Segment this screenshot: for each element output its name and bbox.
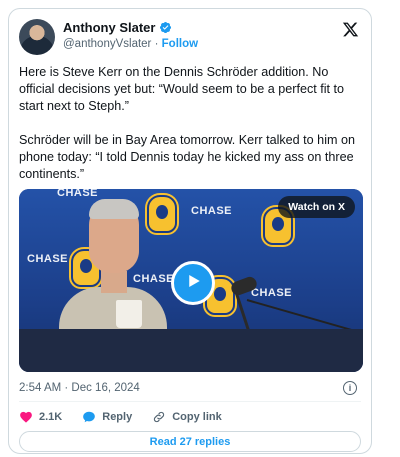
info-icon[interactable]: i: [343, 381, 357, 395]
speech-bubble-icon: [82, 410, 96, 424]
sponsor-text: CHASE: [27, 253, 69, 265]
tweet-timestamp[interactable]: 2:54 AM · Dec 16, 2024: [19, 382, 140, 394]
read-replies-button[interactable]: Read 27 replies: [19, 431, 361, 452]
tweet-card: Anthony Slater @anthonyVslater · Follow …: [8, 8, 372, 454]
copy-link-button[interactable]: Copy link: [152, 410, 222, 424]
heart-icon: [19, 410, 33, 424]
author-handle-row: @anthonyVslater · Follow: [63, 38, 198, 50]
divider: [19, 401, 361, 402]
tweet-paragraph: Schröder will be in Bay Area tomorrow. K…: [19, 133, 355, 181]
x-logo-icon[interactable]: [342, 21, 359, 43]
coffee-cup: [116, 300, 142, 328]
author-handle[interactable]: @anthonyVslater: [63, 38, 151, 50]
sponsor-text: CHASE: [251, 287, 293, 299]
author-info: Anthony Slater @anthonyVslater · Follow: [63, 20, 198, 50]
watch-on-x-badge[interactable]: Watch on X: [278, 196, 355, 218]
tweet-paragraph: Here is Steve Kerr on the Dennis Schröde…: [19, 65, 345, 113]
follow-button[interactable]: Follow: [162, 38, 198, 50]
play-icon: [184, 272, 202, 295]
video-player[interactable]: CHASE CHASE CHASE CHASE CHASE Watch on X: [19, 189, 363, 372]
reply-label: Reply: [102, 411, 133, 423]
tweet-text: Here is Steve Kerr on the Dennis Schröde…: [19, 64, 364, 200]
tweet-header: Anthony Slater @anthonyVslater · Follow: [19, 17, 361, 57]
podium: [19, 329, 363, 372]
warriors-logo: [147, 195, 177, 233]
sponsor-text: CHASE: [133, 273, 175, 285]
link-icon: [152, 410, 166, 424]
sponsor-text: CHASE: [191, 205, 233, 217]
verified-badge-icon: [159, 21, 172, 34]
copy-link-label: Copy link: [172, 411, 222, 423]
sponsor-text: CHASE: [57, 189, 99, 199]
speaker-hair: [89, 199, 139, 219]
separator-dot: ·: [154, 38, 159, 50]
action-bar: 2.1K Reply Copy link: [19, 410, 242, 424]
play-button[interactable]: [171, 261, 215, 305]
speaker-neck: [101, 271, 127, 293]
author-avatar[interactable]: [19, 19, 55, 55]
reply-button[interactable]: Reply: [82, 410, 132, 424]
like-button[interactable]: 2.1K: [19, 410, 62, 424]
like-count: 2.1K: [39, 411, 63, 423]
author-name-row: Anthony Slater: [63, 20, 198, 35]
author-display-name[interactable]: Anthony Slater: [63, 20, 155, 35]
